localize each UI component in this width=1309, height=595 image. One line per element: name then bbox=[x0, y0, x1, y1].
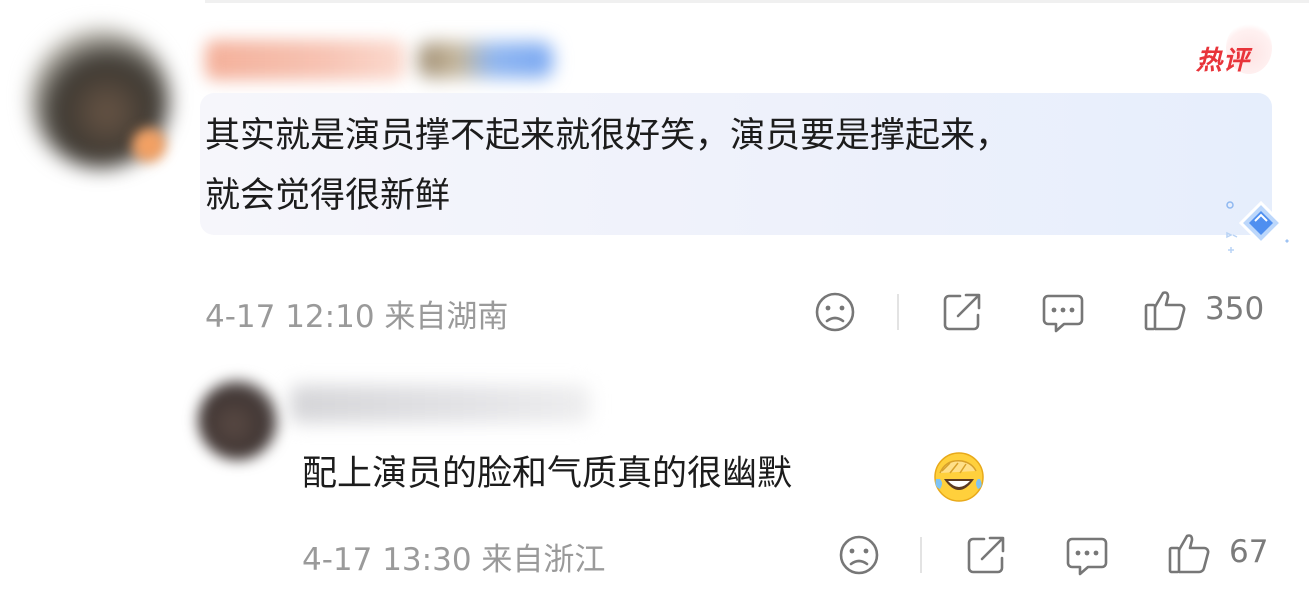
user-medal-blurred bbox=[418, 42, 553, 78]
location: 来自湖南 bbox=[384, 299, 509, 335]
like-thumb-icon bbox=[1168, 534, 1210, 574]
hot-comment-badge: 热评 bbox=[1196, 46, 1251, 76]
username-blurred[interactable] bbox=[205, 40, 405, 80]
comment-text[interactable]: 配上演员的脸和气质真的很幽默 bbox=[302, 444, 792, 504]
like-button[interactable] bbox=[1142, 287, 1188, 333]
like-thumb-icon bbox=[1144, 291, 1186, 331]
comment-meta: 4-17 12:10 来自湖南 bbox=[205, 291, 508, 336]
avatar-badge bbox=[132, 128, 166, 162]
like-button[interactable] bbox=[1166, 530, 1212, 576]
location: 来自浙江 bbox=[481, 542, 606, 578]
diamond-decoration-icon bbox=[1226, 200, 1289, 253]
action-divider bbox=[920, 537, 922, 573]
action-divider bbox=[897, 294, 899, 330]
sad-face-icon bbox=[839, 535, 879, 575]
like-count: 350 bbox=[1205, 291, 1265, 327]
share-button[interactable] bbox=[964, 533, 1008, 577]
comment-button[interactable] bbox=[1064, 533, 1110, 577]
top-divider bbox=[205, 0, 1309, 3]
laughing-crying-emoji-icon bbox=[934, 452, 984, 502]
comment-button[interactable] bbox=[1040, 290, 1086, 334]
comment-text-line-1: 其实就是演员撑不起来就很好笑，演员要是撑起来， bbox=[205, 116, 1011, 156]
timestamp: 4-17 13:30 bbox=[302, 542, 472, 578]
comment-icon bbox=[1042, 294, 1084, 333]
share-button[interactable] bbox=[940, 290, 984, 334]
share-icon bbox=[967, 536, 1005, 574]
share-icon bbox=[943, 293, 981, 331]
avatar[interactable] bbox=[198, 380, 278, 460]
comment-meta: 4-17 13:30 来自浙江 bbox=[302, 534, 605, 579]
timestamp: 4-17 12:10 bbox=[205, 299, 375, 335]
comment-icon bbox=[1066, 537, 1108, 576]
like-count: 67 bbox=[1229, 534, 1269, 570]
dislike-button[interactable] bbox=[813, 290, 857, 334]
comment-text[interactable]: 其实就是演员撑不起来就很好笑，演员要是撑起来， 就会觉得很新鲜 bbox=[205, 106, 1205, 226]
dislike-button[interactable] bbox=[837, 533, 881, 577]
username-blurred[interactable] bbox=[290, 385, 590, 423]
sad-face-icon bbox=[815, 292, 855, 332]
comment-text-line-2: 就会觉得很新鲜 bbox=[205, 176, 451, 216]
